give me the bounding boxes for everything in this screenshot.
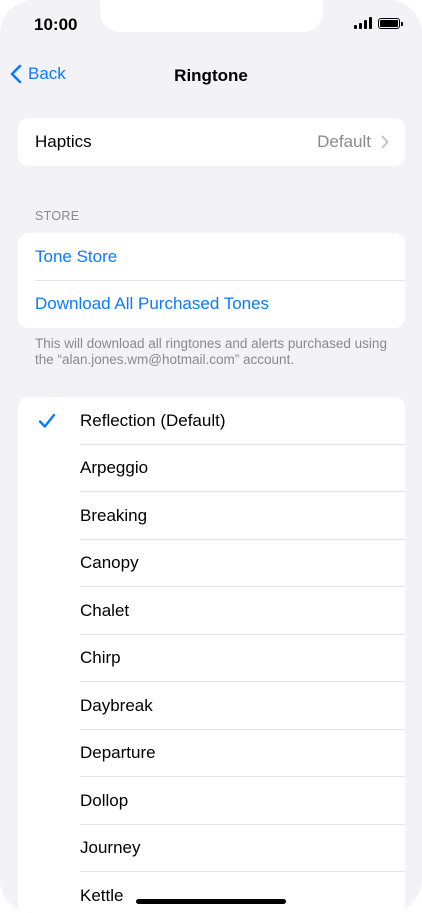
ringtone-label: Chalet (80, 600, 130, 620)
ringtone-label: Daybreak (80, 695, 153, 715)
ringtone-item[interactable]: Dollop (18, 777, 405, 825)
tone-store-link[interactable]: Tone Store (18, 233, 405, 281)
checkmark-icon (38, 413, 56, 428)
tone-store-label: Tone Store (35, 246, 118, 266)
ringtone-item[interactable]: Kettle (18, 872, 405, 913)
store-section-header: STORE (35, 209, 80, 223)
status-time: 10:00 (34, 15, 78, 34)
ringtone-label: Breaking (80, 505, 148, 525)
battery-icon (378, 17, 403, 29)
ringtone-item[interactable]: Daybreak (18, 682, 405, 730)
ringtone-item[interactable]: Chirp (18, 635, 405, 682)
ringtone-label: Dollop (80, 790, 129, 810)
ringtone-label: Arpeggio (80, 458, 149, 478)
ringtone-list: Reflection (Default) Arpeggio Breaking Cano… (18, 397, 405, 913)
download-all-tones-link[interactable]: Download All Purchased Tones (18, 281, 405, 329)
ringtone-label: Kettle (80, 885, 124, 905)
page-title: Ringtone (174, 66, 248, 85)
haptics-label: Haptics (35, 131, 92, 151)
ringtone-label: Journey (80, 838, 141, 858)
navigation-bar: Back Ringtone (0, 58, 422, 92)
ringtone-item[interactable]: Breaking (18, 492, 405, 540)
store-footer-note: This will download all ringtones and ale… (35, 336, 387, 367)
ringtone-item[interactable]: Departure (18, 730, 405, 777)
ringtone-label: Departure (80, 743, 156, 763)
ringtone-item[interactable]: Journey (18, 825, 405, 872)
signal-icon (354, 17, 372, 29)
chevron-right-icon (381, 135, 389, 149)
ringtone-label: Canopy (80, 553, 139, 573)
haptics-group: Haptics Default (18, 118, 405, 166)
phone-screen: 10:00 Back Ringtone Haptics Default STOR… (0, 0, 422, 913)
notch (100, 0, 323, 32)
haptics-value: Default (317, 131, 371, 151)
ringtone-item[interactable]: Arpeggio (18, 445, 405, 492)
ringtone-label: Chirp (80, 648, 121, 668)
status-indicators (354, 17, 403, 29)
haptics-row[interactable]: Haptics Default (18, 118, 405, 166)
home-indicator (136, 899, 286, 904)
ringtone-item[interactable]: Canopy (18, 540, 405, 587)
ringtone-item[interactable]: Chalet (18, 587, 405, 635)
store-group: Tone Store Download All Purchased Tones (18, 233, 405, 328)
ringtone-item[interactable]: Reflection (Default) (18, 397, 405, 445)
ringtone-label: Reflection (Default) (80, 410, 226, 430)
download-all-label: Download All Purchased Tones (35, 294, 270, 314)
